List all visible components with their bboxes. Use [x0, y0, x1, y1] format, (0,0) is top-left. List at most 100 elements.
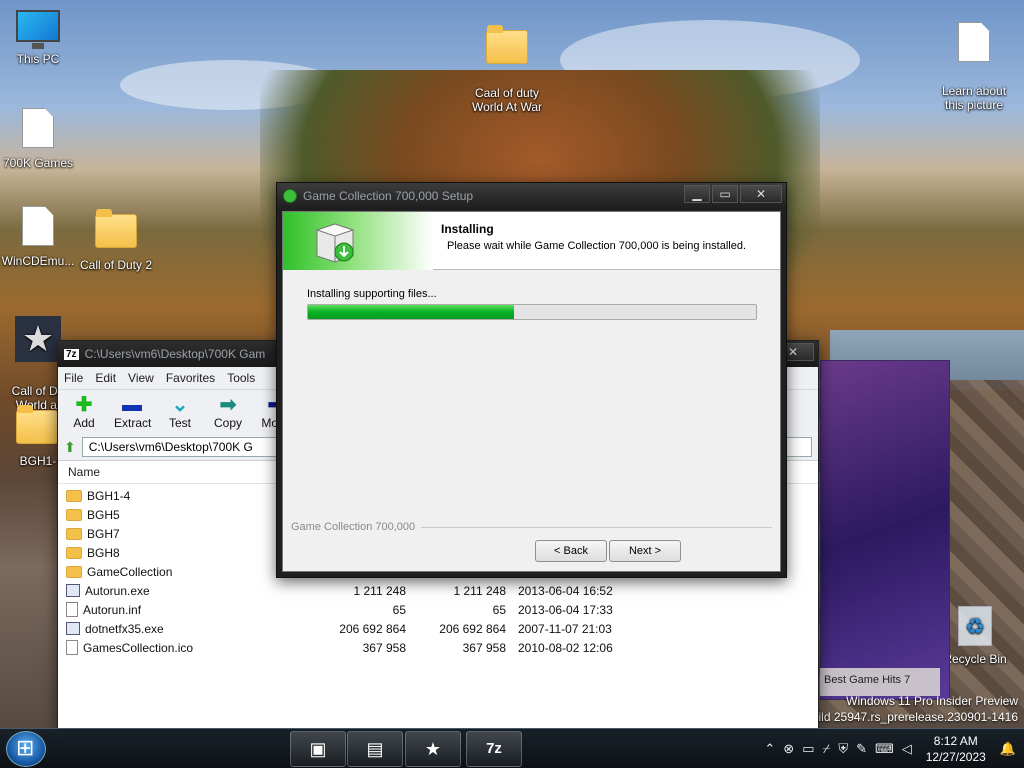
- menu-favorites[interactable]: Favorites: [166, 371, 215, 385]
- minimize-button[interactable]: ▁: [684, 185, 710, 203]
- taskbar-7zip[interactable]: 7z: [466, 731, 522, 767]
- wifi-off-icon[interactable]: ⌿: [823, 741, 831, 757]
- file-name: Autorun.inf: [83, 602, 142, 617]
- file-packed-size: 1 211 248: [453, 583, 507, 598]
- menu-file[interactable]: File: [64, 371, 83, 385]
- toolbar-label: Copy: [213, 416, 242, 430]
- system-tray: ⌃ ⊗ ▭ ⌿ ⛨ ✎ ⌨ ◁ 8:12 AM 12/27/2023 🔔: [764, 729, 1024, 768]
- header-subtitle: Please wait while Game Collection 700,00…: [447, 240, 747, 252]
- file-size: 206 692 864: [339, 621, 406, 636]
- toolbar-add-button[interactable]: ✚ Add: [66, 394, 102, 430]
- install-progress-bar: [307, 304, 757, 320]
- file-icon: [22, 206, 54, 246]
- setup-window[interactable]: Game Collection 700,000 Setup ▁ ▭ ✕ Inst…: [276, 182, 787, 578]
- clock[interactable]: 8:12 AM 12/27/2023: [926, 733, 986, 765]
- toolbar-label: Add: [73, 416, 95, 430]
- file-size: 65: [392, 602, 406, 617]
- folder-icon: [66, 565, 82, 578]
- taskbar-cod[interactable]: ★: [405, 731, 461, 767]
- taskbar-task-view[interactable]: ▣: [290, 731, 346, 767]
- security-shield-icon[interactable]: ⛨: [838, 741, 848, 757]
- desktop-icon-label: This PC: [16, 52, 60, 66]
- menu-view[interactable]: View: [128, 371, 154, 385]
- file-icon: [22, 108, 54, 148]
- clock-time: 8:12 AM: [933, 734, 978, 748]
- file-modified: 2007-11-07 21:03: [518, 621, 612, 636]
- folder-icon: [66, 489, 82, 502]
- taskbar-setup[interactable]: ▤: [347, 731, 403, 767]
- desktop-icon-cod2[interactable]: Call of Duty 2: [78, 206, 154, 272]
- desktop-icon-cod-waw-folder[interactable]: Caal of duty World At War: [469, 10, 545, 128]
- file-row[interactable]: Autorun.inf 65 65 2013-06-04 17:33: [66, 600, 810, 619]
- 7zip-title: C:\Users\vm6\Desktop\700K Gam: [84, 347, 266, 361]
- desktop-icon-label: WinCDEmu...: [1, 254, 75, 268]
- brand-line: Game Collection 700,000: [291, 521, 772, 533]
- desktop-icon-wincdemu[interactable]: WinCDEmu...: [0, 206, 76, 268]
- brand-divider: [421, 526, 772, 528]
- display-icon[interactable]: ▭: [802, 741, 814, 757]
- desktop-icon-label: 700K Games: [2, 156, 74, 170]
- file-packed-size: 65: [492, 602, 506, 617]
- notification-bell-icon[interactable]: 🔔: [1000, 741, 1016, 757]
- folder-icon: [66, 527, 82, 540]
- file-modified: 2010-08-02 12:06: [518, 640, 613, 655]
- file-name: BGH8: [87, 545, 120, 560]
- copy-arrow-icon: ➡: [219, 394, 237, 416]
- volume-icon[interactable]: ◁: [902, 741, 912, 757]
- recycle-bin-icon: ♻: [958, 606, 992, 646]
- file-name: BGH5: [87, 507, 120, 522]
- folder-icon: [95, 209, 137, 248]
- file-packed-size: 367 958: [462, 640, 506, 655]
- file-size: 367 958: [362, 640, 406, 655]
- clock-date: 12/27/2023: [925, 750, 986, 764]
- folder-icon: [16, 405, 58, 444]
- file-icon: [66, 602, 78, 617]
- taskbar: ▣ ▤ ★ 7z ⌃ ⊗ ▭ ⌿ ⛨ ✎ ⌨ ◁ 8:12 AM 12/27/2…: [0, 728, 1024, 768]
- file-name: dotnetfx35.exe: [85, 621, 164, 636]
- up-folder-icon[interactable]: ⬆: [64, 439, 76, 456]
- setup-app-icon: [283, 189, 297, 203]
- game-cover-window[interactable]: [820, 360, 950, 700]
- check-icon: ⌄: [171, 394, 189, 416]
- brand-text: Game Collection 700,000: [291, 521, 416, 533]
- installer-box-icon: [315, 223, 355, 263]
- menu-tools[interactable]: Tools: [227, 371, 255, 385]
- file-row[interactable]: GamesCollection.ico 367 958 367 958 2010-08…: [66, 638, 810, 657]
- start-button[interactable]: [6, 731, 46, 767]
- monitor-icon: [16, 10, 60, 49]
- header-gradient: [283, 212, 433, 270]
- file-row[interactable]: dotnetfx35.exe 206 692 864 206 692 864 2007…: [66, 619, 810, 638]
- 7zip-app-icon: 7z: [64, 348, 79, 360]
- file-modified: 2013-06-04 16:52: [518, 583, 613, 598]
- keyboard-icon[interactable]: ⌨: [875, 741, 894, 757]
- chevron-up-icon[interactable]: ⌃: [764, 741, 775, 757]
- install-status: Installing supporting files...: [307, 288, 437, 300]
- desktop-icon-learn-about-picture[interactable]: Learn about this picture: [936, 8, 1012, 126]
- file-name: GameCollection: [87, 564, 173, 579]
- file-size: 1 211 248: [353, 583, 407, 598]
- desktop-icon-label: Call of Duty 2: [79, 258, 153, 272]
- folder-icon: [66, 546, 82, 559]
- toolbar-copy-button[interactable]: ➡ Copy: [210, 394, 246, 430]
- toolbar-label: Test: [168, 416, 191, 430]
- next-button[interactable]: Next >: [609, 540, 681, 562]
- setup-titlebar[interactable]: Game Collection 700,000 Setup ▁ ▭ ✕: [277, 183, 786, 209]
- pen-icon[interactable]: ✎: [856, 741, 867, 757]
- file-name: Autorun.exe: [85, 583, 150, 598]
- file-name: GamesCollection.ico: [83, 640, 194, 655]
- desktop-icon-700k-games[interactable]: 700K Games: [0, 108, 76, 170]
- desktop-icon-this-pc[interactable]: This PC: [0, 10, 76, 66]
- back-button[interactable]: < Back: [535, 540, 607, 562]
- file-icon: [66, 640, 78, 655]
- toolbar-extract-button[interactable]: ▬ Extract: [114, 394, 151, 430]
- file-name: BGH7: [87, 526, 120, 541]
- desktop-icon-label: Caal of duty World At War: [471, 86, 542, 114]
- watermark-edition: Windows 11 Pro Insider Preview: [846, 694, 1018, 708]
- file-row[interactable]: Autorun.exe 1 211 248 1 211 248 2013-06-04 …: [66, 581, 810, 600]
- menu-edit[interactable]: Edit: [95, 371, 116, 385]
- close-button[interactable]: ✕: [740, 185, 782, 203]
- network-icon[interactable]: ⊗: [783, 741, 794, 757]
- game-cover-title: Best Game Hits 7: [820, 668, 940, 696]
- toolbar-test-button[interactable]: ⌄ Test: [162, 394, 198, 430]
- maximize-button[interactable]: ▭: [712, 185, 738, 203]
